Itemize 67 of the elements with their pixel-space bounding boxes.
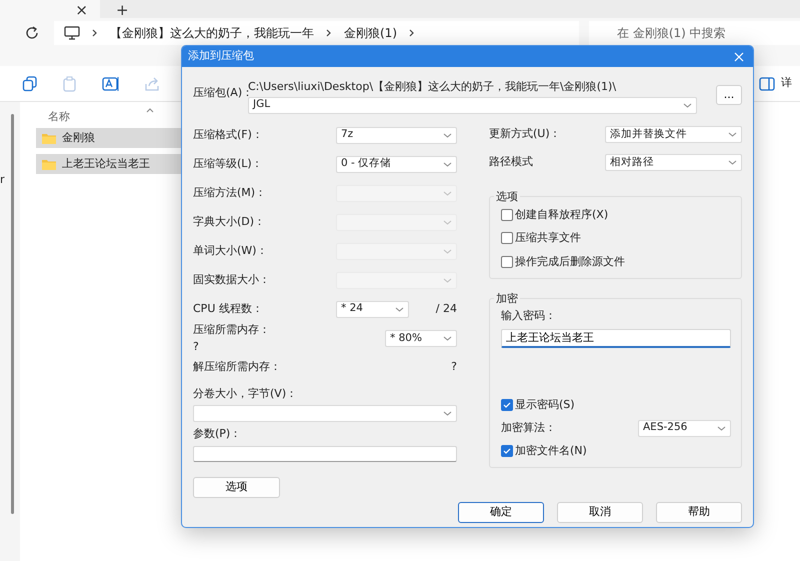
field-label: 压缩所需内存： bbox=[193, 322, 270, 338]
field-label: 固实数据大小： bbox=[193, 272, 270, 288]
paste-icon[interactable] bbox=[62, 76, 78, 92]
volume-size-combobox[interactable] bbox=[193, 405, 457, 422]
checkbox[interactable]: 加密文件名(N) bbox=[501, 442, 731, 459]
chevron-icon bbox=[326, 29, 332, 37]
checkbox[interactable]: 创建自释放程序(X) bbox=[501, 206, 731, 223]
dialog-button[interactable]: 确定 bbox=[458, 502, 544, 522]
value-text: ? bbox=[193, 338, 200, 354]
value-text: ? bbox=[451, 359, 457, 376]
options-button[interactable]: 选项 bbox=[193, 476, 280, 498]
checkmark-icon bbox=[503, 402, 511, 408]
dropdown[interactable]: * 24 bbox=[336, 300, 409, 318]
field-label: 压缩包(A)： bbox=[193, 86, 248, 99]
field-label: 更新方式(U)： bbox=[489, 126, 561, 142]
column-header[interactable]: 名称 bbox=[36, 106, 70, 128]
field-label: 加密算法： bbox=[501, 420, 556, 436]
chevron-icon bbox=[92, 29, 98, 37]
field-label: 输入密码： bbox=[501, 308, 557, 324]
field-label: 压缩等级(L)： bbox=[193, 156, 263, 172]
checkbox[interactable]: 压缩共享文件 bbox=[501, 230, 731, 246]
checkmark-icon bbox=[503, 448, 511, 454]
nav-item-label: r bbox=[0, 172, 5, 188]
computer-icon bbox=[64, 26, 80, 40]
window-title: 添加到压缩包 bbox=[188, 48, 254, 64]
folder-icon bbox=[42, 158, 56, 170]
field-label: 压缩格式(F)： bbox=[193, 126, 263, 143]
encryption-method-dropdown[interactable]: AES-256 bbox=[638, 420, 731, 436]
details-button[interactable]: 详 bbox=[781, 75, 792, 92]
breadcrumb-item[interactable]: 金刚狼(1) bbox=[344, 24, 397, 42]
rename-icon[interactable] bbox=[102, 76, 120, 92]
tab-close-button[interactable]: × bbox=[75, 0, 88, 18]
field-label: 解压缩所需内存： bbox=[193, 359, 281, 376]
details-pane-icon[interactable] bbox=[759, 76, 775, 90]
sort-caret-icon[interactable] bbox=[146, 108, 154, 112]
scrollbar[interactable] bbox=[11, 114, 14, 514]
share-icon[interactable] bbox=[144, 76, 160, 92]
dropdown[interactable]: * 80% bbox=[385, 330, 457, 347]
folder-icon bbox=[42, 132, 56, 144]
breadcrumb-item[interactable]: 【金刚狼】这么大的奶子，我能玩一年 bbox=[110, 24, 314, 42]
dialog-button[interactable]: 取消 bbox=[557, 502, 643, 522]
refresh-icon[interactable] bbox=[24, 25, 40, 41]
field-label: CPU 线程数： bbox=[193, 300, 264, 317]
browse-button[interactable]: ... bbox=[716, 85, 742, 105]
dropdown[interactable]: 0 - 仅存储 bbox=[336, 156, 457, 172]
dropdown[interactable]: 相对路径 bbox=[605, 154, 742, 171]
checkbox[interactable]: 操作完成后删除源文件 bbox=[501, 254, 731, 270]
new-tab-button[interactable]: + bbox=[116, 0, 129, 18]
dropdown[interactable]: 7z bbox=[336, 126, 457, 144]
chevron-icon bbox=[409, 29, 415, 37]
dialog-button[interactable]: 帮助 bbox=[656, 502, 742, 522]
thread-count-text: / 24 bbox=[436, 300, 457, 317]
field-label: 参数(P)： bbox=[193, 426, 242, 442]
parameters-field[interactable] bbox=[193, 446, 457, 462]
archive-path: C:\Users\liuxi\Desktop\【金刚狼】这么大的奶子，我能玩一年\金刚狼(1)\ bbox=[248, 79, 618, 93]
close-icon bbox=[734, 52, 744, 62]
password-field[interactable]: 上老王论坛当老王 bbox=[501, 328, 731, 348]
archive-name-combobox[interactable]: JGL bbox=[248, 96, 697, 114]
field-label: 字典大小(D)： bbox=[193, 214, 266, 230]
field-label: 路径模式 bbox=[489, 154, 533, 170]
copy-icon[interactable] bbox=[22, 76, 38, 92]
dropdown[interactable]: 添加并替换文件 bbox=[605, 126, 742, 143]
field-label: 单词大小(W)： bbox=[193, 242, 268, 259]
field-label: 分卷大小，字节(V)： bbox=[193, 386, 298, 402]
checkbox[interactable]: 显示密码(S) bbox=[501, 397, 731, 414]
field-label: 压缩方法(M)： bbox=[193, 184, 266, 201]
search-field[interactable]: 在 金刚狼(1) 中搜索 bbox=[589, 21, 800, 45]
